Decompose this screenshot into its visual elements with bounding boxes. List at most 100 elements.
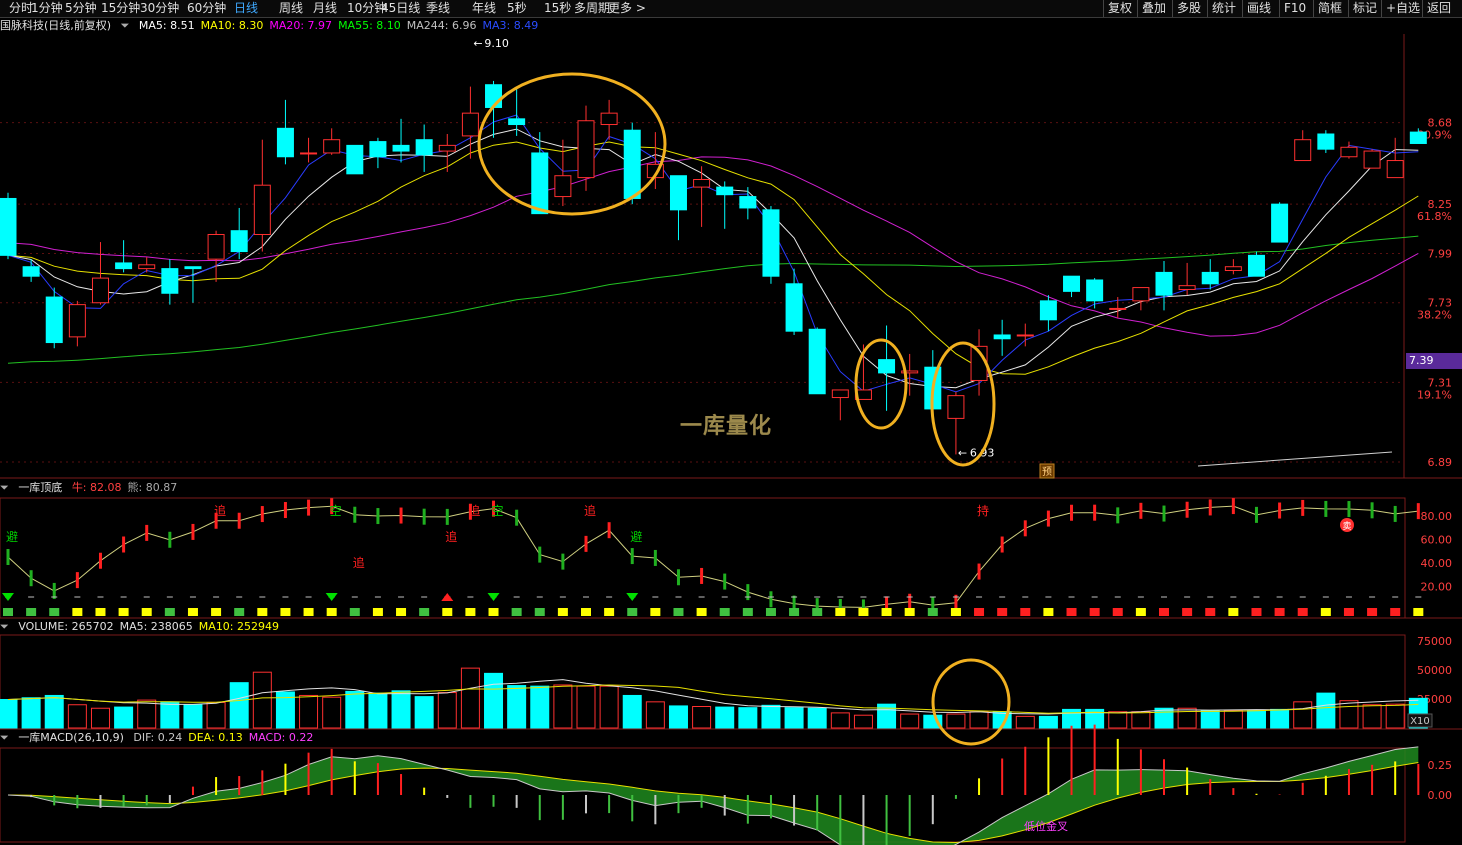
high-label: 9.10 — [484, 37, 509, 50]
macd-tick-1: 0.00 — [1428, 789, 1453, 802]
dingdi-frame — [0, 497, 1406, 619]
volume-bar — [160, 701, 180, 729]
price-tick-2: 7.99 — [1428, 247, 1453, 260]
macd-tick-0: 0.25 — [1428, 759, 1453, 772]
signal-square — [511, 608, 522, 616]
signal-square — [974, 608, 985, 616]
signal-square — [1367, 608, 1378, 616]
signal-square — [673, 608, 684, 616]
candle-body — [1340, 146, 1358, 158]
signal-square — [49, 608, 60, 616]
signal-square — [1413, 608, 1424, 616]
volume-bar — [391, 690, 411, 729]
signal-square — [812, 608, 823, 616]
signal-label-2: 空 — [330, 504, 342, 518]
volume-bar — [1015, 715, 1035, 729]
volume-bar — [946, 713, 966, 729]
candle-body — [1063, 275, 1081, 292]
volume-bar — [90, 707, 110, 729]
candle-body — [1294, 139, 1312, 162]
candle-body — [300, 152, 318, 155]
signal-square — [1343, 608, 1354, 616]
candle-body — [184, 266, 202, 270]
signal-square — [1135, 608, 1146, 616]
volume-bar — [553, 684, 573, 729]
volume-bar — [645, 701, 665, 729]
signal-square — [95, 608, 106, 616]
candle-body — [1039, 300, 1057, 321]
volume-bar — [738, 707, 758, 729]
volume-bar — [414, 696, 434, 729]
candle-body — [392, 144, 410, 152]
down-triangle — [626, 593, 639, 601]
signal-square — [742, 608, 753, 616]
pct-tick-4: 19.1% — [1417, 388, 1452, 401]
pct-tick-1: 61.8% — [1417, 210, 1452, 223]
signal-square — [1228, 608, 1239, 616]
signal-square — [557, 608, 568, 616]
signal-square — [604, 608, 615, 616]
volume-bar — [1038, 715, 1058, 729]
candle-body — [878, 359, 896, 374]
signal-label-0: 避 — [6, 530, 18, 544]
candle-body — [323, 139, 341, 154]
signal-square — [1274, 608, 1285, 616]
volume-bar — [1131, 711, 1151, 729]
volume-bar — [114, 706, 134, 729]
signal-square — [442, 608, 453, 616]
volume-bar — [345, 690, 365, 729]
candle-body — [415, 139, 433, 156]
volume-bar — [44, 694, 64, 729]
candle-body — [808, 328, 826, 395]
candle-body — [577, 120, 595, 179]
volume-bar — [0, 699, 18, 729]
volume-bar — [622, 694, 642, 729]
volume-bar — [1385, 703, 1405, 729]
macd-annotation: 低位金叉 — [1024, 819, 1068, 833]
volume-bar — [484, 672, 504, 729]
signal-label-5: 追 — [468, 503, 480, 518]
signal-square — [326, 608, 337, 616]
volume-bar — [21, 697, 41, 729]
volume-bar — [830, 712, 850, 729]
ma244-line — [1197, 451, 1393, 467]
candle-body — [369, 141, 387, 158]
volume-bar — [1270, 708, 1290, 729]
candle-body — [531, 152, 549, 215]
signal-square — [1182, 608, 1193, 616]
volume-bar — [576, 685, 596, 729]
candle-body — [947, 395, 965, 419]
volume-bar — [1154, 707, 1174, 729]
volume-bar — [183, 704, 203, 729]
highlight-ellipse — [931, 658, 1011, 746]
volume-bar — [692, 705, 712, 729]
volume-bar — [1362, 704, 1382, 729]
signal-square — [280, 608, 291, 616]
volume-bar — [1108, 711, 1128, 729]
candle-body — [138, 264, 156, 270]
volume-bar — [530, 685, 550, 729]
down-triangle — [325, 593, 338, 601]
signal-square — [1066, 608, 1077, 616]
signal-square — [627, 608, 638, 616]
signal-square — [581, 608, 591, 616]
signal-square — [396, 608, 407, 616]
candle-body — [785, 283, 803, 332]
high-arrow: ← — [473, 37, 482, 50]
current-price-tag: 7.39 — [1406, 353, 1462, 369]
signal-square — [234, 608, 245, 616]
signal-square — [650, 608, 661, 616]
signal-square — [997, 608, 1008, 616]
candle-body — [68, 304, 86, 338]
signal-square — [719, 608, 730, 616]
signal-square — [1112, 608, 1123, 616]
signal-square — [858, 608, 869, 616]
candle-body — [1132, 287, 1150, 302]
volume-bar — [599, 685, 619, 729]
price-tick-5: 6.89 — [1428, 456, 1453, 469]
watermark: 一库量化 — [680, 414, 773, 439]
dingdi-line — [7, 505, 1419, 608]
volume-bar — [1339, 700, 1359, 729]
dingdi-tick-1: 60.00 — [1421, 533, 1453, 546]
signal-square — [881, 608, 892, 616]
